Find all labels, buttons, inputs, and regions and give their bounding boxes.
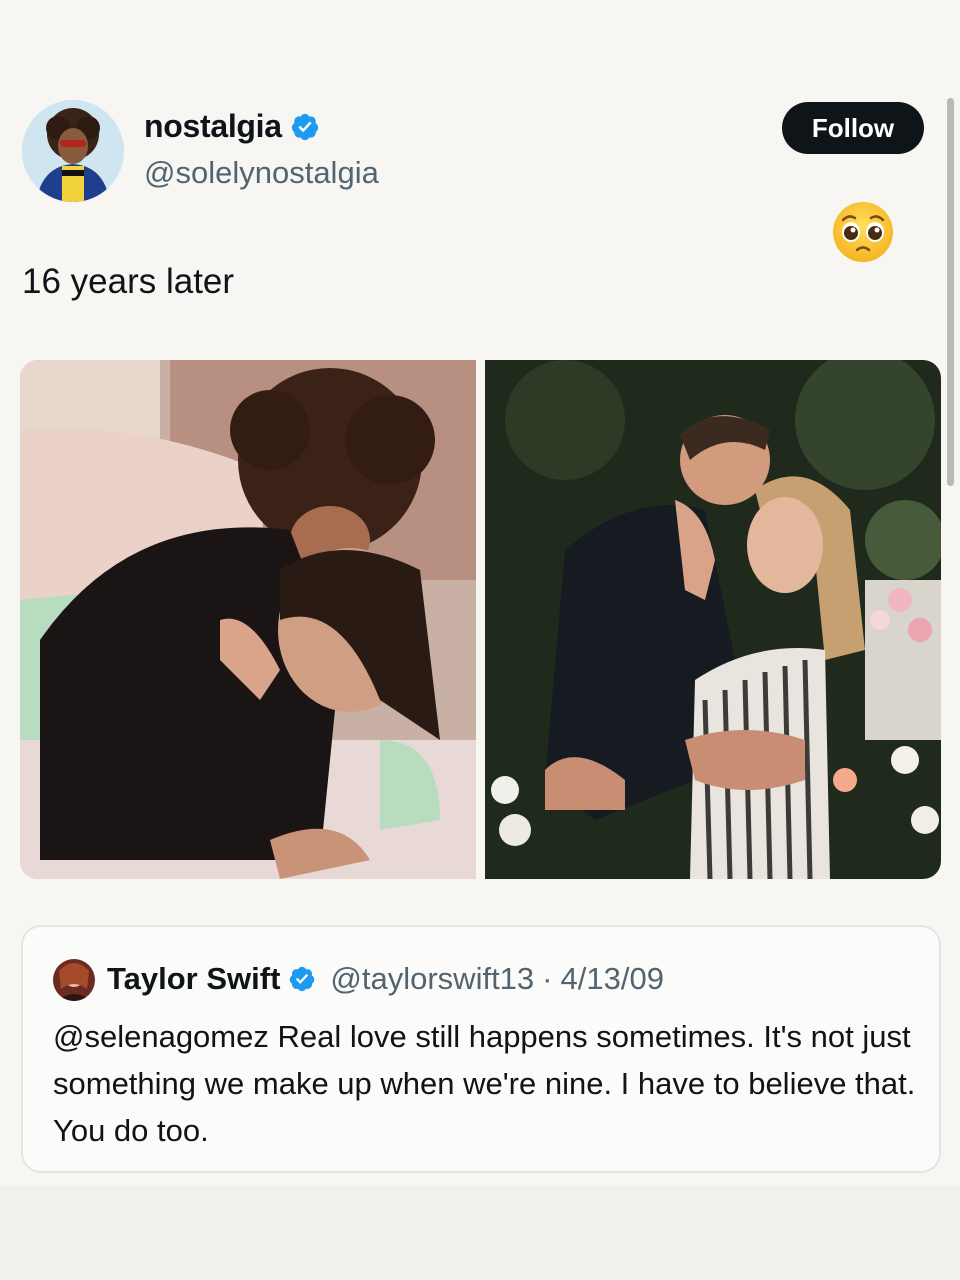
- separator-dot: ·: [542, 961, 553, 996]
- post-card: nostalgia @solelynostalgia Follow 16 yea…: [0, 0, 960, 1280]
- verified-badge-icon: [290, 966, 315, 992]
- quoted-date[interactable]: 4/13/09: [561, 961, 664, 997]
- post-media[interactable]: [20, 360, 941, 879]
- quoted-text: @selenagomez Real love still happens som…: [53, 1019, 916, 1148]
- bottom-area: [0, 1185, 960, 1280]
- photo-left[interactable]: [20, 360, 476, 879]
- author-avatar[interactable]: [22, 100, 124, 202]
- quoted-author-handle[interactable]: @taylorswift13: [330, 961, 534, 997]
- quoted-tweet[interactable]: Taylor Swift @taylorswift13 · 4/13/09 @s…: [21, 925, 941, 1173]
- author-display-name[interactable]: nostalgia: [144, 108, 320, 145]
- verified-badge-icon: [291, 113, 318, 140]
- scrollbar[interactable]: [947, 98, 954, 486]
- quoted-header: Taylor Swift @taylorswift13 · 4/13/09: [107, 961, 664, 997]
- follow-button[interactable]: Follow: [782, 102, 924, 154]
- post-text: 16 years later: [22, 262, 235, 301]
- quoted-author-name[interactable]: Taylor Swift: [107, 961, 280, 997]
- author-name-text[interactable]: nostalgia: [144, 108, 282, 145]
- author-handle[interactable]: @solelynostalgia: [144, 155, 379, 191]
- pleading-face-icon: [833, 202, 893, 262]
- photo-right[interactable]: [485, 360, 941, 879]
- quoted-author-avatar[interactable]: [53, 959, 95, 1001]
